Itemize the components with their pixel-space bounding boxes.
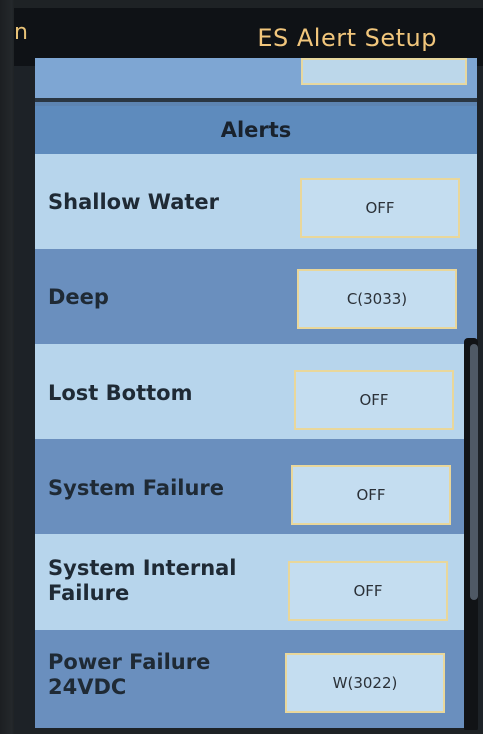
scrollbar-thumb[interactable] bbox=[470, 344, 478, 600]
alert-row-lost-bottom[interactable]: Lost Bottom OFF bbox=[35, 344, 477, 439]
alert-value-button[interactable]: OFF bbox=[291, 465, 451, 525]
alert-label: Deep bbox=[48, 285, 109, 309]
alert-row-system-internal-failure[interactable]: System Internal Failure OFF bbox=[35, 534, 477, 630]
previous-row-value-box[interactable] bbox=[301, 58, 467, 85]
alert-value-button[interactable]: C(3033) bbox=[297, 269, 457, 329]
alert-value-button[interactable]: OFF bbox=[288, 561, 448, 621]
device-bezel: n ES Alert Setup Alerts Shallow Water OF… bbox=[0, 0, 483, 734]
alert-row-shallow-water[interactable]: Shallow Water OFF bbox=[35, 154, 477, 249]
alert-label: Shallow Water bbox=[48, 190, 220, 214]
page-title: ES Alert Setup bbox=[257, 24, 437, 52]
title-left-fragment: n bbox=[14, 20, 28, 45]
alert-value-button[interactable]: OFF bbox=[300, 178, 460, 238]
alert-value-button[interactable]: OFF bbox=[294, 370, 454, 430]
alert-label: System Internal Failure bbox=[48, 556, 237, 605]
screen: n ES Alert Setup Alerts Shallow Water OF… bbox=[14, 8, 483, 730]
alert-value-button[interactable]: W(3022) bbox=[285, 653, 445, 713]
alert-row-power-failure-24vdc[interactable]: Power Failure 24VDC W(3022) bbox=[35, 630, 477, 728]
alert-row-deep[interactable]: Deep C(3033) bbox=[35, 249, 477, 344]
alert-label: System Failure bbox=[48, 476, 225, 500]
previous-row-strip bbox=[35, 58, 477, 98]
alerts-list: Alerts Shallow Water OFF Deep C(3033) Lo… bbox=[35, 58, 477, 728]
alert-label: Power Failure 24VDC bbox=[48, 650, 211, 699]
section-header-alerts: Alerts bbox=[35, 106, 477, 154]
alert-row-system-failure[interactable]: System Failure OFF bbox=[35, 439, 477, 534]
alert-label: Lost Bottom bbox=[48, 381, 193, 405]
section-divider bbox=[35, 98, 477, 102]
